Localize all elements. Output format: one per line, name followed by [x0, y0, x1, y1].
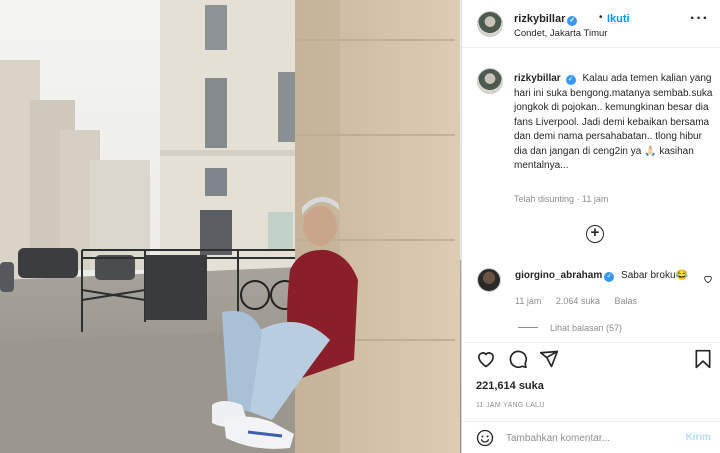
edited-time: 11 jam: [582, 194, 609, 204]
view-replies-label[interactable]: Lihat balasan (57): [550, 323, 622, 333]
add-comment-bar: Kirim: [462, 421, 720, 453]
share-icon[interactable]: [539, 349, 559, 369]
replies-divider: [518, 327, 538, 328]
comment-like-icon[interactable]: [703, 274, 713, 284]
load-more-comments-button[interactable]: +: [586, 225, 604, 243]
bookmark-icon[interactable]: [694, 349, 712, 369]
comment-body: Sabar broku😂: [621, 270, 688, 281]
caption-body: Kalau ada temen kalian yang hari ini suk…: [514, 73, 713, 171]
post-location[interactable]: Condet, Jakarta Timur: [514, 28, 607, 39]
comment-item: giorgino_abraham ✓ Sabar broku😂 11 jam 2.…: [462, 262, 720, 342]
photo-illustration: [0, 0, 461, 453]
separator-dot: •: [599, 12, 603, 23]
caption-avatar[interactable]: [477, 68, 503, 94]
verified-badge-icon: ✓: [567, 16, 578, 26]
author-username-text[interactable]: rizkybillar: [514, 13, 565, 25]
post-comment-button[interactable]: Kirim: [685, 432, 711, 443]
post-header: rizkybillar ✓ • Ikuti Condet, Jakarta Tim…: [462, 0, 720, 48]
post-sidebar: rizkybillar ✓ • Ikuti Condet, Jakarta Tim…: [461, 0, 720, 453]
commenter-username[interactable]: giorgino_abraham: [515, 270, 602, 281]
author-username[interactable]: rizkybillar ✓: [514, 13, 578, 26]
edited-label: Telah disunting: [514, 194, 575, 204]
comment-reply-button[interactable]: Balas: [614, 296, 637, 306]
author-avatar[interactable]: [477, 11, 503, 37]
post-actions: [462, 342, 720, 380]
post-photo[interactable]: [0, 0, 461, 453]
comment-time: 11 jam: [515, 296, 542, 306]
view-replies-button[interactable]: Lihat balasan (57): [518, 323, 622, 333]
likes-count[interactable]: 221,614 suka: [476, 380, 544, 392]
caption-text: rizkybillar ✓ Kalau ada temen kalian yang…: [514, 72, 714, 174]
post-time: 11 JAM YANG LALU: [476, 402, 545, 409]
more-options-icon[interactable]: ···: [690, 11, 709, 27]
heart-icon[interactable]: [476, 349, 496, 369]
caption-edited: Telah disunting · 11 jam: [514, 194, 609, 204]
comment-likes[interactable]: 2.064 suka: [556, 296, 600, 306]
follow-button[interactable]: Ikuti: [607, 13, 630, 25]
emoji-icon[interactable]: [476, 429, 494, 447]
caption-username[interactable]: rizkybillar: [514, 73, 561, 84]
verified-badge-icon: ✓: [604, 272, 615, 282]
comment-text: giorgino_abraham ✓ Sabar broku😂: [515, 270, 688, 282]
commenter-avatar[interactable]: [477, 268, 501, 292]
comment-input[interactable]: [506, 431, 666, 445]
verified-badge-icon: ✓: [565, 75, 576, 85]
comment-meta: 11 jam 2.064 suka Balas: [515, 296, 649, 306]
comment-icon[interactable]: [508, 349, 528, 369]
